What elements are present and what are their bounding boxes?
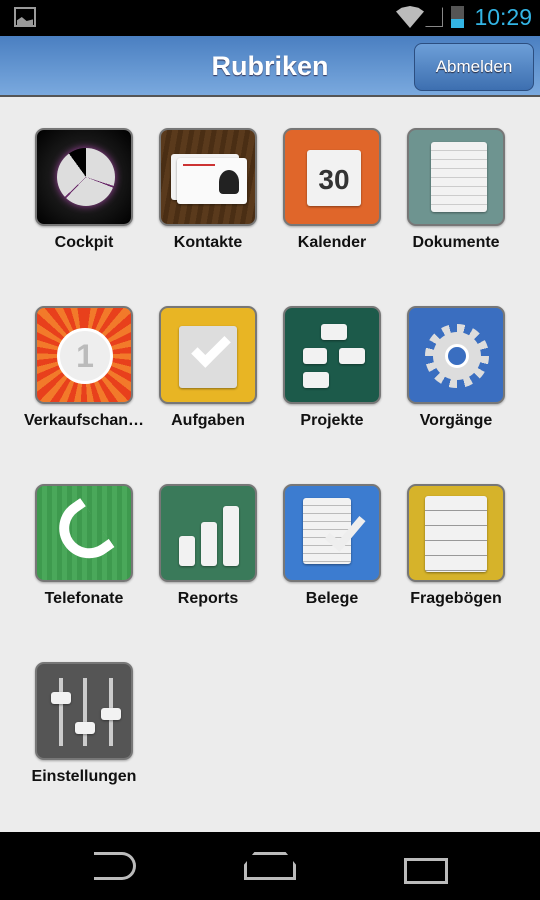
tile-dokumente[interactable]: Dokumente bbox=[394, 128, 518, 252]
status-bar: 10:29 bbox=[0, 0, 540, 36]
tile-kontakte[interactable]: Kontakte bbox=[146, 128, 270, 252]
image-notification-icon bbox=[14, 7, 36, 27]
calendar-day: 30 bbox=[307, 150, 361, 206]
business-card-icon bbox=[159, 128, 257, 226]
tile-verkaufschancen[interactable]: 1 Verkaufschan… bbox=[22, 306, 146, 430]
tile-einstellungen[interactable]: Einstellungen bbox=[22, 662, 146, 786]
receipt-check-icon bbox=[283, 484, 381, 582]
tile-belege[interactable]: Belege bbox=[270, 484, 394, 608]
tile-label: Verkaufschan… bbox=[23, 412, 145, 429]
tile-label: Kontakte bbox=[173, 234, 243, 251]
tile-reports[interactable]: Reports bbox=[146, 484, 270, 608]
category-grid: Cockpit Kontakte 30 Kalender Dokumente 1… bbox=[22, 128, 518, 786]
medal-number: 1 bbox=[57, 328, 113, 384]
recent-apps-icon[interactable] bbox=[404, 858, 448, 884]
tile-label: Dokumente bbox=[412, 234, 500, 251]
tile-vorgaenge[interactable]: Vorgänge bbox=[394, 306, 518, 430]
tile-label: Reports bbox=[177, 590, 239, 607]
bar-chart-icon bbox=[159, 484, 257, 582]
tile-cockpit[interactable]: Cockpit bbox=[22, 128, 146, 252]
tile-label: Vorgänge bbox=[419, 412, 493, 429]
action-bar: Rubriken Abmelden bbox=[0, 36, 540, 97]
tile-label: Kalender bbox=[297, 234, 367, 251]
sliders-icon bbox=[35, 662, 133, 760]
battery-icon bbox=[451, 6, 464, 28]
tile-label: Projekte bbox=[300, 412, 364, 429]
tile-label: Belege bbox=[305, 590, 359, 607]
pie-chart-icon bbox=[35, 128, 133, 226]
calendar-icon: 30 bbox=[283, 128, 381, 226]
tile-label: Einstellungen bbox=[31, 768, 137, 785]
logout-button[interactable]: Abmelden bbox=[414, 43, 534, 91]
home-icon[interactable] bbox=[244, 852, 296, 880]
wifi-icon bbox=[396, 6, 424, 28]
phone-icon bbox=[35, 484, 133, 582]
clipboard-check-icon bbox=[159, 306, 257, 404]
tile-label: Fragebögen bbox=[410, 590, 502, 607]
flowchart-icon bbox=[283, 306, 381, 404]
signal-icon bbox=[425, 7, 443, 27]
tile-frageboegen[interactable]: Fragebögen bbox=[394, 484, 518, 608]
tile-aufgaben[interactable]: Aufgaben bbox=[146, 306, 270, 430]
tile-telefonate[interactable]: Telefonate bbox=[22, 484, 146, 608]
back-icon[interactable] bbox=[94, 852, 136, 880]
tile-kalender[interactable]: 30 Kalender bbox=[270, 128, 394, 252]
document-icon bbox=[407, 128, 505, 226]
tile-label: Cockpit bbox=[54, 234, 114, 251]
checklist-icon bbox=[407, 484, 505, 582]
gear-icon bbox=[407, 306, 505, 404]
tile-projekte[interactable]: Projekte bbox=[270, 306, 394, 430]
clock: 10:29 bbox=[474, 4, 532, 30]
navigation-bar bbox=[0, 832, 540, 900]
medal-icon: 1 bbox=[35, 306, 133, 404]
tile-label: Aufgaben bbox=[171, 412, 245, 429]
tile-label: Telefonate bbox=[44, 590, 124, 607]
